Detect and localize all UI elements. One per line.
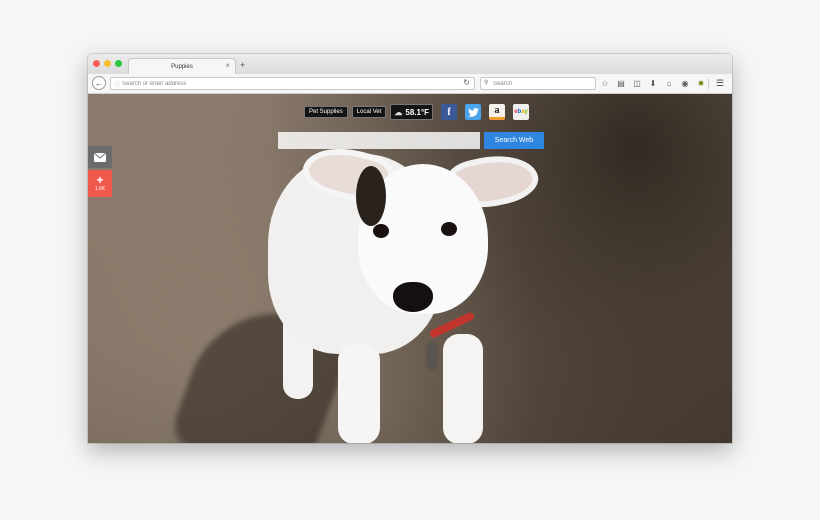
close-window-button[interactable]: [93, 60, 100, 67]
reload-icon[interactable]: ↻: [463, 78, 470, 87]
browser-window: Puppies × + ← ⓘ ↻ ⚲ ☆ ▤ ◫ ⬇ ⌂ ◉ ✹ ☰: [88, 54, 732, 443]
tab-title: Puppies: [171, 63, 193, 70]
site-info-icon: ⓘ: [114, 83, 121, 89]
maximize-window-button[interactable]: [115, 60, 122, 67]
title-bar: Puppies × +: [88, 54, 732, 74]
toolbar-divider: [708, 78, 709, 89]
weather-widget[interactable]: ☁ 58.1°F: [390, 104, 434, 120]
web-search-input[interactable]: [278, 132, 480, 149]
web-search: Search Web: [278, 132, 544, 149]
plus-icon: +: [96, 173, 104, 187]
new-tab-button[interactable]: +: [240, 60, 245, 70]
mail-share-button[interactable]: [88, 146, 112, 168]
star-icon[interactable]: ☆: [599, 77, 611, 89]
twitter-icon[interactable]: [465, 104, 482, 120]
share-plus-button[interactable]: + 1.6K: [88, 170, 112, 197]
hamburger-menu-icon[interactable]: ☰: [714, 77, 726, 89]
browser-search-bar[interactable]: ⚲: [480, 77, 596, 90]
envelope-icon: [94, 152, 106, 162]
address-input[interactable]: [122, 78, 452, 89]
arrow-left-icon: ←: [95, 78, 103, 88]
amazon-icon[interactable]: a: [489, 104, 506, 120]
pocket-icon[interactable]: ◫: [631, 77, 643, 89]
search-web-button[interactable]: Search Web: [484, 132, 544, 149]
addon-icon[interactable]: ✹: [695, 77, 707, 89]
minimize-window-button[interactable]: [104, 60, 111, 67]
weather-temperature: 58.1°F: [405, 107, 430, 117]
home-icon[interactable]: ⌂: [663, 77, 675, 89]
chat-icon[interactable]: ◉: [679, 77, 691, 89]
link-pet-supplies[interactable]: Pet Supplies: [304, 106, 348, 118]
download-icon[interactable]: ⬇: [647, 77, 659, 89]
nav-toolbar: ← ⓘ ↻ ⚲ ☆ ▤ ◫ ⬇ ⌂ ◉ ✹ ☰: [88, 74, 732, 94]
top-widgets: Pet Supplies Local Vet ☁ 58.1°F f a ebay: [304, 104, 530, 120]
ebay-icon[interactable]: ebay: [513, 104, 530, 120]
facebook-icon[interactable]: f: [441, 104, 458, 120]
clipboard-icon[interactable]: ▤: [615, 77, 627, 89]
tab-close-icon[interactable]: ×: [225, 61, 230, 70]
page-content: Pet Supplies Local Vet ☁ 58.1°F f a ebay…: [88, 94, 732, 443]
tab-puppies[interactable]: Puppies ×: [128, 58, 236, 74]
address-bar[interactable]: ⓘ ↻: [110, 77, 475, 90]
back-button[interactable]: ←: [92, 76, 106, 90]
share-count: 1.6K: [94, 186, 106, 192]
search-icon: ⚲: [484, 80, 489, 86]
toolbar-icons: ☆ ▤ ◫ ⬇ ⌂ ◉ ✹: [599, 77, 707, 89]
link-local-vet[interactable]: Local Vet: [351, 106, 387, 118]
cloud-icon: ☁: [394, 107, 403, 117]
browser-search-input[interactable]: [493, 78, 593, 89]
